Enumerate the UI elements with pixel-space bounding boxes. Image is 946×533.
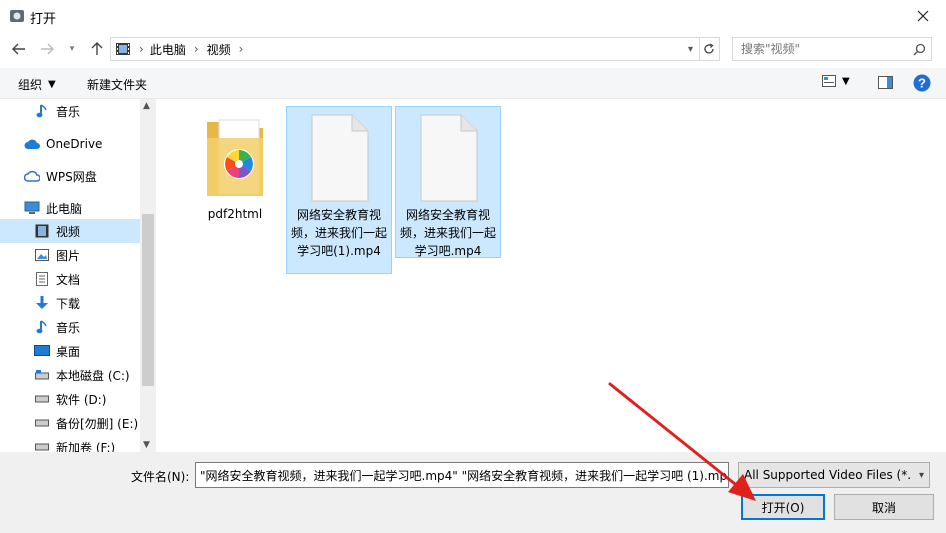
refresh-icon [703,43,714,54]
drive-icon [34,367,50,383]
search-icon [913,43,926,56]
computer-icon [24,200,40,216]
nav-item-drive-c[interactable]: 本地磁盘 (C:) [0,363,140,387]
search-box[interactable] [732,37,932,61]
music-icon [34,319,50,335]
folder-icon [207,119,263,196]
close-button[interactable] [900,0,946,32]
scroll-down-icon[interactable]: ▼ [143,440,150,450]
address-bar[interactable]: › 此电脑 › 视频 › ▾ [110,37,700,61]
address-dropdown-button[interactable]: ▾ [688,44,693,55]
refresh-button[interactable] [698,37,720,61]
file-name: 网络安全教育视频，进来我们一起学习吧(1).mp4 [291,208,388,258]
breadcrumb-separator: › [193,42,199,56]
forward-button[interactable] [36,38,58,60]
up-button[interactable] [86,38,108,60]
drive-icon [34,415,50,431]
scrollbar-thumb[interactable] [142,214,154,386]
scroll-up-icon[interactable]: ▲ [143,101,150,111]
nav-item-music[interactable]: 音乐 [0,99,140,123]
navigation-pane: 音乐 OneDrive WPS网盘 此电脑 视频 图片 文档 下载 音乐 桌面 … [0,99,156,452]
nav-item-videos[interactable]: 视频 [0,219,140,243]
search-input[interactable] [739,41,913,57]
documents-icon [34,271,50,287]
close-icon [917,10,929,22]
filename-label: 文件名(N): [131,470,190,484]
file-item-folder[interactable]: pdf2html [183,106,287,266]
file-icon [420,114,478,202]
back-button[interactable] [8,38,30,60]
nav-item-this-pc[interactable]: 此电脑 [0,196,140,220]
nav-item-pictures[interactable]: 图片 [0,243,140,267]
breadcrumb-this-pc[interactable]: 此电脑 [150,41,186,58]
video-icon [34,223,50,239]
arrow-left-icon [12,43,25,55]
drive-icon [34,391,50,407]
app-icon [9,8,25,24]
arrow-right-icon [41,43,54,55]
nav-item-drive-d[interactable]: 软件 (D:) [0,387,140,411]
file-item-video-1[interactable]: 网络安全教育视频，进来我们一起学习吧(1).mp4 [286,106,392,274]
wps-cloud-icon [24,168,40,184]
recent-locations-button[interactable]: ▾ [64,38,80,60]
chevron-down-icon: ▼ [48,78,56,90]
pictures-icon [34,247,50,263]
red-arrow-annotation [608,382,756,501]
file-icon [311,114,369,202]
preview-pane-button[interactable] [878,76,893,92]
title-bar [0,0,946,32]
file-name: pdf2html [207,207,263,221]
download-icon [34,295,50,311]
new-folder-button[interactable]: 新建文件夹 [87,74,147,94]
window-title: 打开 [30,12,57,27]
file-list: pdf2html 网络安全教育视频，进来我们一起学习吧(1).mp4 网络安全教… [157,99,946,452]
breadcrumb-separator: › [238,42,244,56]
nav-item-documents[interactable]: 文档 [0,267,140,291]
desktop-icon [34,343,50,359]
chevron-down-icon: ▾ [69,44,75,54]
video-icon [116,43,130,55]
music-icon [34,103,50,119]
help-button[interactable]: ? [913,74,931,95]
breadcrumb-separator: › [139,42,144,56]
arrow-up-icon [91,42,103,55]
cancel-button[interactable]: 取消 [834,494,934,520]
organize-label: 组织 [18,77,43,92]
organize-button[interactable]: 组织 ▼ [18,74,56,94]
file-name: 网络安全教育视频，进来我们一起学习吧.mp4 [400,208,497,258]
nav-item-desktop[interactable]: 桌面 [0,339,140,363]
nav-item-music-2[interactable]: 音乐 [0,315,140,339]
nav-item-drive-e[interactable]: 备份[勿删] (E:) [0,411,140,435]
preview-pane-icon [878,76,893,89]
svg-text:?: ? [918,76,926,91]
view-icon [822,75,836,87]
drive-icon [34,439,50,452]
nav-item-onedrive[interactable]: OneDrive [0,132,140,156]
nav-item-drive-f[interactable]: 新加卷 (F:) [0,435,140,452]
nav-item-downloads[interactable]: 下载 [0,291,140,315]
chevron-down-icon: ▼ [842,75,850,87]
file-item-video-2[interactable]: 网络安全教育视频，进来我们一起学习吧.mp4 [395,106,501,258]
help-icon: ? [913,74,931,92]
nav-item-wps-cloud[interactable]: WPS网盘 [0,164,140,188]
view-options-button[interactable]: ▼ [822,75,850,87]
cloud-icon [24,136,40,152]
breadcrumb-videos[interactable]: 视频 [207,41,231,58]
chevron-down-icon: ▾ [918,469,924,481]
